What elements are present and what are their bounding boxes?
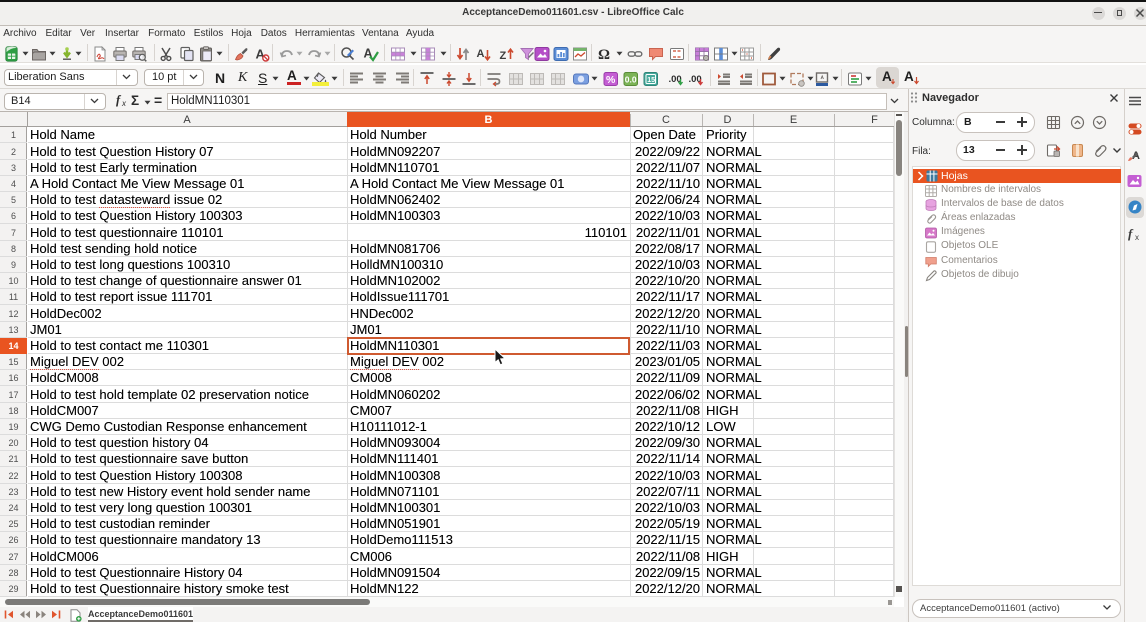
svg-text:15: 15: [647, 76, 655, 83]
svg-text:Z: Z: [500, 50, 507, 62]
svg-text:Ω: Ω: [598, 47, 610, 62]
svg-text:0.0: 0.0: [624, 74, 636, 84]
svg-text:%: %: [606, 74, 616, 86]
svg-text:A: A: [477, 48, 485, 60]
